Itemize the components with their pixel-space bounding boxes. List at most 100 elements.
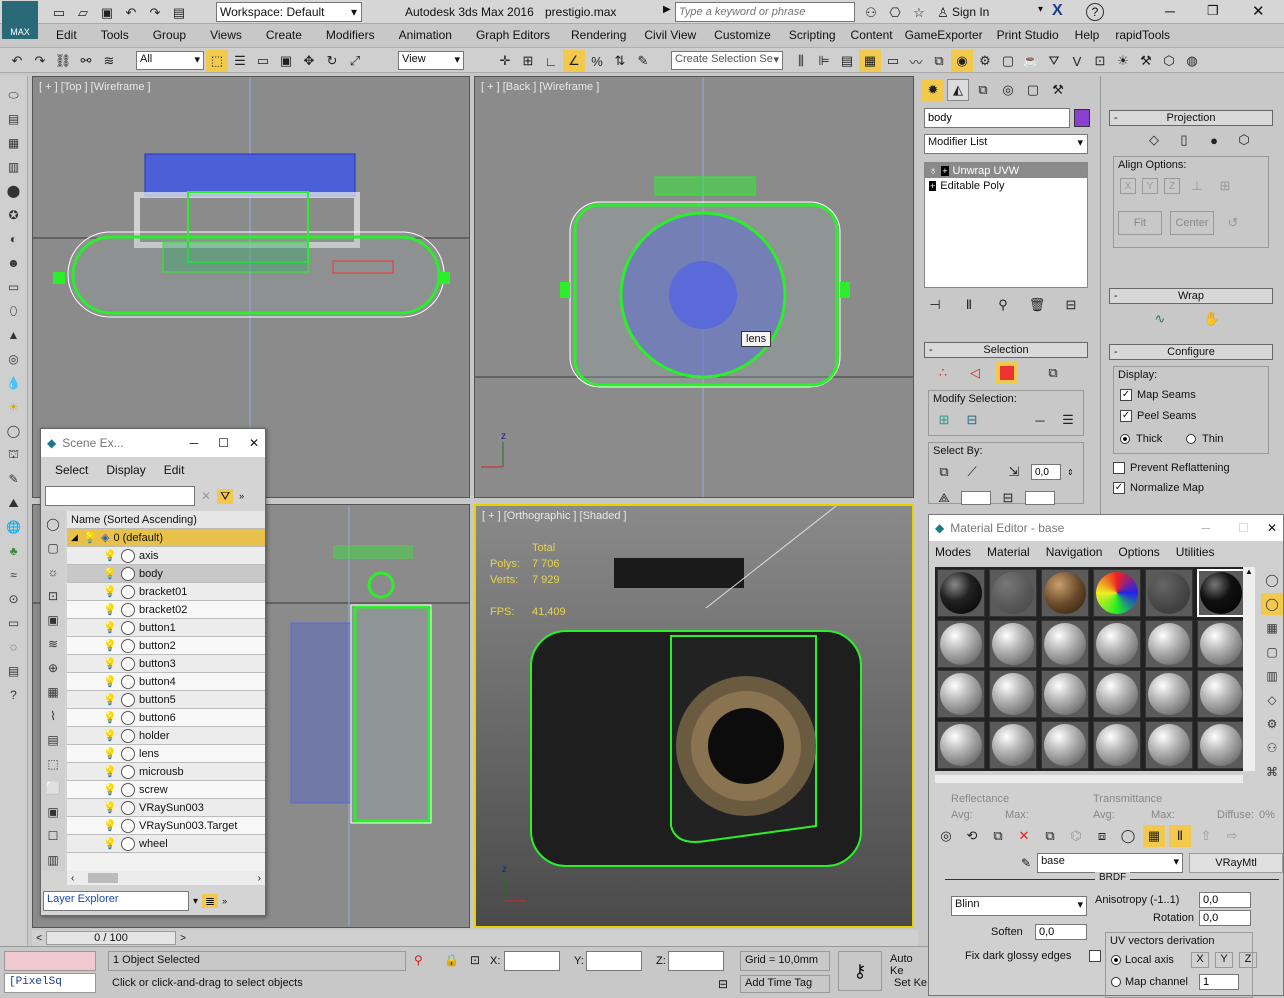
layer-explorer-select[interactable]: Layer Explorer	[43, 891, 189, 911]
menu-item-modifiers[interactable]: Modifiers	[314, 28, 387, 42]
display-frozen-icon[interactable]: ⬚	[42, 753, 64, 775]
spray-tool-icon[interactable]: ⛰	[3, 492, 25, 514]
search-arrow-icon[interactable]: ▶	[663, 4, 671, 15]
redo-icon[interactable]: ↷	[144, 2, 166, 24]
add-time-tag-button[interactable]: Add Time Tag	[740, 975, 830, 993]
sample-slot[interactable]	[1145, 569, 1193, 617]
expand-icon[interactable]: +	[929, 180, 937, 191]
edit-named-sel-icon[interactable]: ✎	[632, 50, 654, 72]
motion-panel-icon[interactable]: ◎	[997, 79, 1019, 101]
lightbulb-icon[interactable]: 💡	[103, 675, 117, 688]
vray-proxy-icon[interactable]: ⬡	[1158, 50, 1180, 72]
menu-item-group[interactable]: Group	[141, 28, 198, 42]
freeze-toggle-icon[interactable]	[121, 566, 135, 581]
map-channel-radio[interactable]: Map channel	[1111, 976, 1188, 988]
normalize-map-checkbox[interactable]: ✓ Normalize Map	[1113, 482, 1269, 495]
planar-map-icon[interactable]: ◇	[1143, 129, 1165, 151]
se-object-row[interactable]: 💡 wheel	[67, 835, 265, 853]
remove-modifier-icon[interactable]: 🗑	[1026, 294, 1048, 316]
se-object-row[interactable]: 💡 VRaySun003.Target	[67, 817, 265, 835]
ribbon-icon[interactable]: ▭	[882, 50, 904, 72]
maximize-icon[interactable]: ❐	[1207, 3, 1219, 19]
schematic-icon[interactable]: ⧉	[928, 50, 950, 72]
angle-snap-icon[interactable]: ∠	[563, 50, 585, 72]
lightbulb-icon[interactable]: 💡	[103, 585, 117, 598]
lightbulb-icon[interactable]: 💡	[103, 747, 117, 760]
lock-selection-icon[interactable]: ⚲	[414, 953, 423, 967]
selection-filter-select[interactable]: All ▾	[136, 51, 204, 70]
user-icon[interactable]: ♙	[932, 2, 954, 24]
curve-editor-icon[interactable]: 〰	[905, 50, 927, 72]
se-column-header[interactable]: Name (Sorted Ascending)	[67, 511, 265, 529]
display-geometry-icon[interactable]: ◯	[42, 513, 64, 535]
material-editor-icon[interactable]: ◉	[951, 50, 973, 72]
se-object-row[interactable]: 💡 holder	[67, 727, 265, 745]
display-panel-icon[interactable]: ▢	[1022, 79, 1044, 101]
sign-in-link[interactable]: Sign In	[952, 5, 989, 19]
clear-filter-icon[interactable]: ✕	[201, 489, 211, 503]
menu-item-views[interactable]: Views	[198, 28, 254, 42]
shrink-selection-icon[interactable]: ⊟	[961, 409, 983, 431]
se-object-row[interactable]: 💡 microusb	[67, 763, 265, 781]
lightbulb-icon[interactable]: 💡	[103, 711, 117, 724]
hierarchy-tool-icon[interactable]: ▦	[3, 132, 25, 154]
sample-slot[interactable]	[1197, 670, 1245, 718]
window-crossing-icon[interactable]: ▣	[275, 50, 297, 72]
wrap-rollout-title[interactable]: Wrap	[1109, 288, 1273, 304]
scene-explorer-icon[interactable]: ▦	[859, 50, 881, 72]
rotation-input[interactable]	[1199, 910, 1251, 926]
sample-slot[interactable]	[1041, 670, 1089, 718]
se-object-row[interactable]: 💡 button4	[67, 673, 265, 691]
menu-item-scripting[interactable]: Scripting	[780, 28, 845, 42]
stack-item-editable-poly[interactable]: + Editable Poly	[925, 178, 1087, 193]
lightbulb-icon[interactable]: 💡	[103, 783, 117, 796]
se-object-row[interactable]: 💡 lens	[67, 745, 265, 763]
viewport-ortho[interactable]: [ + ] [Orthographic ] [Shaded ] Total Po…	[474, 504, 914, 928]
maxscript-listener-top[interactable]	[4, 951, 96, 971]
make-unique-icon[interactable]: ⚲	[992, 294, 1014, 316]
make-preview-icon[interactable]: ◇	[1261, 689, 1283, 711]
z-coordinate-input[interactable]	[668, 951, 724, 971]
go-parent-icon[interactable]: ⇧	[1195, 825, 1217, 847]
freeze-toggle-icon[interactable]	[121, 584, 135, 599]
lightbulb-icon[interactable]: 💡	[103, 693, 117, 706]
lightbulb-icon[interactable]: 💡	[103, 657, 117, 670]
ring-selection-icon[interactable]: ─	[1029, 409, 1051, 431]
edge-mode-icon[interactable]: ◁	[964, 362, 986, 384]
face-mode-icon[interactable]	[996, 362, 1018, 384]
menu-item-tools[interactable]: Tools	[89, 28, 141, 42]
assign-material-icon[interactable]: ⧉	[987, 825, 1009, 847]
brdf-type-select[interactable]: Blinn ▾	[951, 896, 1087, 916]
display-none-icon[interactable]: ☐	[42, 825, 64, 847]
open-icon[interactable]: ▱	[72, 2, 94, 24]
center-button[interactable]: Center	[1170, 211, 1214, 235]
viewport-back[interactable]: [ + ] [Back ] [Wireframe ] z lens	[474, 76, 914, 498]
align-y-button[interactable]: Y	[1142, 178, 1158, 194]
hide-tool-icon[interactable]: ◌	[3, 636, 25, 658]
manipulate-icon[interactable]: ⊞	[517, 50, 539, 72]
sample-uv-icon[interactable]: ▢	[1261, 641, 1283, 663]
align-x-button[interactable]: X	[1120, 178, 1136, 194]
render-setup-icon[interactable]: ⚙	[974, 50, 996, 72]
sample-slot[interactable]	[1197, 619, 1245, 668]
lightbulb-icon[interactable]: 💡	[103, 621, 117, 634]
hierarchy-panel-icon[interactable]: ⧉	[972, 79, 994, 101]
minimize-icon[interactable]: ─	[1165, 3, 1175, 19]
se-root-layer[interactable]: ◢ 💡 ◈ 0 (default)	[67, 529, 265, 547]
matid-value-input[interactable]	[1025, 491, 1055, 505]
se-object-row[interactable]: 💡 bracket01	[67, 583, 265, 601]
lightbulb-icon[interactable]: 💡	[103, 567, 117, 580]
sample-slot[interactable]	[989, 619, 1037, 668]
ref-coord-select[interactable]: View ▾	[398, 51, 464, 70]
se-object-row[interactable]: 💡 VRaySun003	[67, 799, 265, 817]
vray-light-icon[interactable]: ☀	[1112, 50, 1134, 72]
me-menu-options[interactable]: Options	[1118, 545, 1159, 559]
project-icon[interactable]: ▤	[168, 2, 190, 24]
chevron-down-icon[interactable]: ▾	[193, 896, 198, 907]
peel-seams-checkbox[interactable]: ✓ Peel Seams	[1120, 410, 1196, 423]
display-groups-icon[interactable]: ⊕	[42, 657, 64, 679]
local-axis-x-button[interactable]: X	[1191, 952, 1209, 968]
plant-tool-icon[interactable]: ♣	[3, 540, 25, 562]
sample-slot[interactable]	[1197, 720, 1245, 769]
sample-slot[interactable]	[937, 569, 985, 617]
